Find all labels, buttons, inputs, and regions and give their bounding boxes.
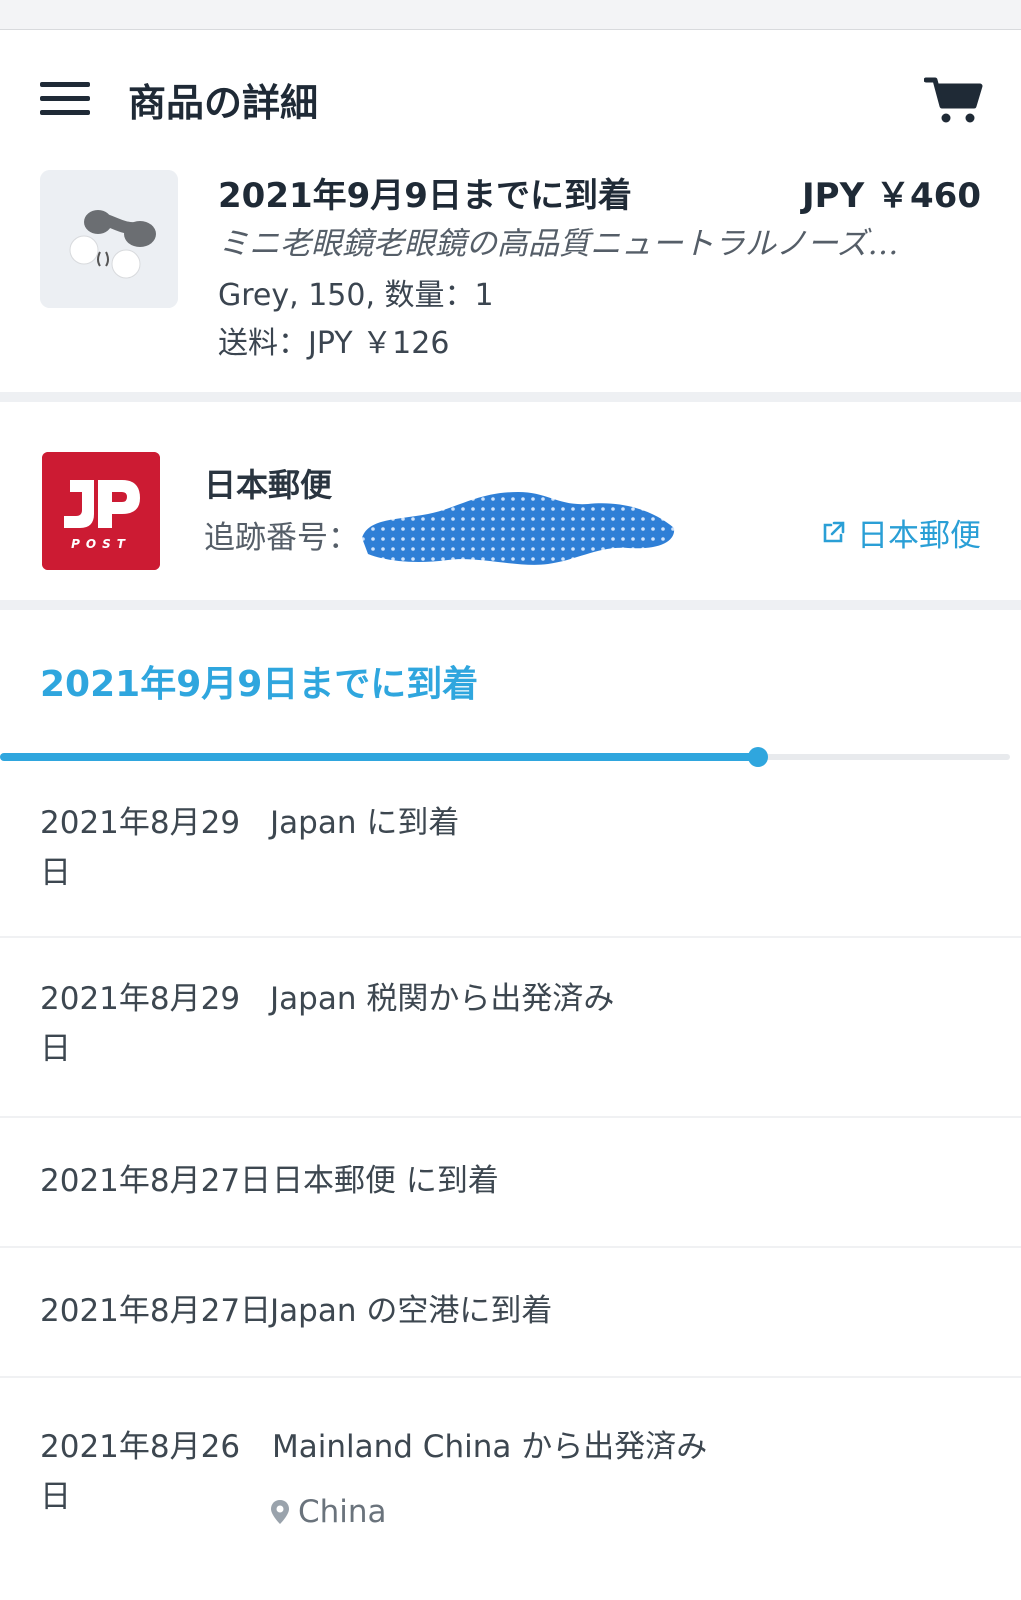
timeline-row: 2021年8月29日 Japan 税関から出発済み — [0, 938, 1021, 1118]
timeline-date: 2021年8月27日 — [40, 1293, 272, 1329]
timeline-date: 2021年8月27日 — [40, 1163, 272, 1199]
shipment-progress-bar — [0, 747, 1010, 767]
timeline-event: Japan に到着 — [270, 805, 460, 841]
section-divider — [0, 600, 1021, 610]
progress-fill — [0, 753, 758, 761]
item-shipping-fee: 送料：JPY ￥126 — [218, 326, 450, 361]
timeline-location: China — [270, 1492, 387, 1532]
location-pin-icon — [271, 1500, 289, 1524]
timeline-location-label: China — [298, 1494, 387, 1530]
product-image — [40, 170, 178, 308]
carrier-name: 日本郵便 — [204, 466, 333, 504]
timeline-row: 2021年8月27日 Japan の空港に到着 — [0, 1248, 1021, 1378]
item-name[interactable]: ミニ老眼鏡老眼鏡の高品質ニュートラルノーズ… — [218, 218, 978, 263]
timeline-row: 2021年8月26日 Mainland China から出発済み China — [0, 1378, 1021, 1568]
timeline-date: 2021年8月26日 — [40, 1429, 241, 1515]
status-strip — [0, 0, 1021, 30]
carrier-link-label: 日本郵便 — [857, 518, 981, 554]
progress-marker — [747, 747, 768, 767]
timeline-event: Japan 税関から出発済み — [270, 981, 615, 1017]
item-variant: Grey, 150, 数量：1 — [218, 278, 494, 313]
item-arrival-date: 2021年9月9日までに到着 — [218, 176, 632, 216]
timeline-event: 日本郵便 に到着 — [272, 1163, 499, 1199]
redaction-mark — [362, 492, 675, 565]
product-thumbnail[interactable] — [40, 170, 178, 308]
jp-post-logo: POST — [42, 452, 160, 570]
shopping-cart-icon[interactable] — [924, 74, 984, 126]
timeline-row: 2021年8月29日 Japan に到着 — [0, 770, 1021, 938]
external-link-icon — [823, 521, 845, 542]
app-header: 商品の詳細 — [0, 30, 1021, 160]
timeline-row: 2021年8月27日 日本郵便 に到着 — [0, 1118, 1021, 1248]
jp-post-logo-text: POST — [71, 537, 131, 551]
hamburger-menu-icon[interactable] — [40, 80, 90, 116]
carrier-external-link[interactable]: 日本郵便 — [819, 510, 981, 555]
estimated-arrival: 2021年9月9日までに到着 — [40, 664, 479, 705]
page-title: 商品の詳細 — [128, 81, 319, 125]
timeline-event: Japan の空港に到着 — [270, 1293, 553, 1329]
product-card[interactable]: 2021年9月9日までに到着 JPY ￥460 ミニ老眼鏡老眼鏡の高品質ニュート… — [0, 160, 1021, 400]
timeline-date: 2021年8月29日 — [40, 981, 241, 1067]
item-price: JPY ￥460 — [802, 176, 981, 216]
tracking-number-label: 追跡番号： — [204, 520, 359, 556]
timeline-date: 2021年8月29日 — [40, 805, 241, 891]
tracking-timeline: 2021年8月29日 Japan に到着 2021年8月29日 Japan 税関… — [0, 770, 1021, 1568]
timeline-event: Mainland China から出発済み — [272, 1429, 708, 1465]
section-divider — [0, 392, 1021, 402]
carrier-section: POST 日本郵便 追跡番号： 日本郵便 — [0, 412, 1021, 612]
